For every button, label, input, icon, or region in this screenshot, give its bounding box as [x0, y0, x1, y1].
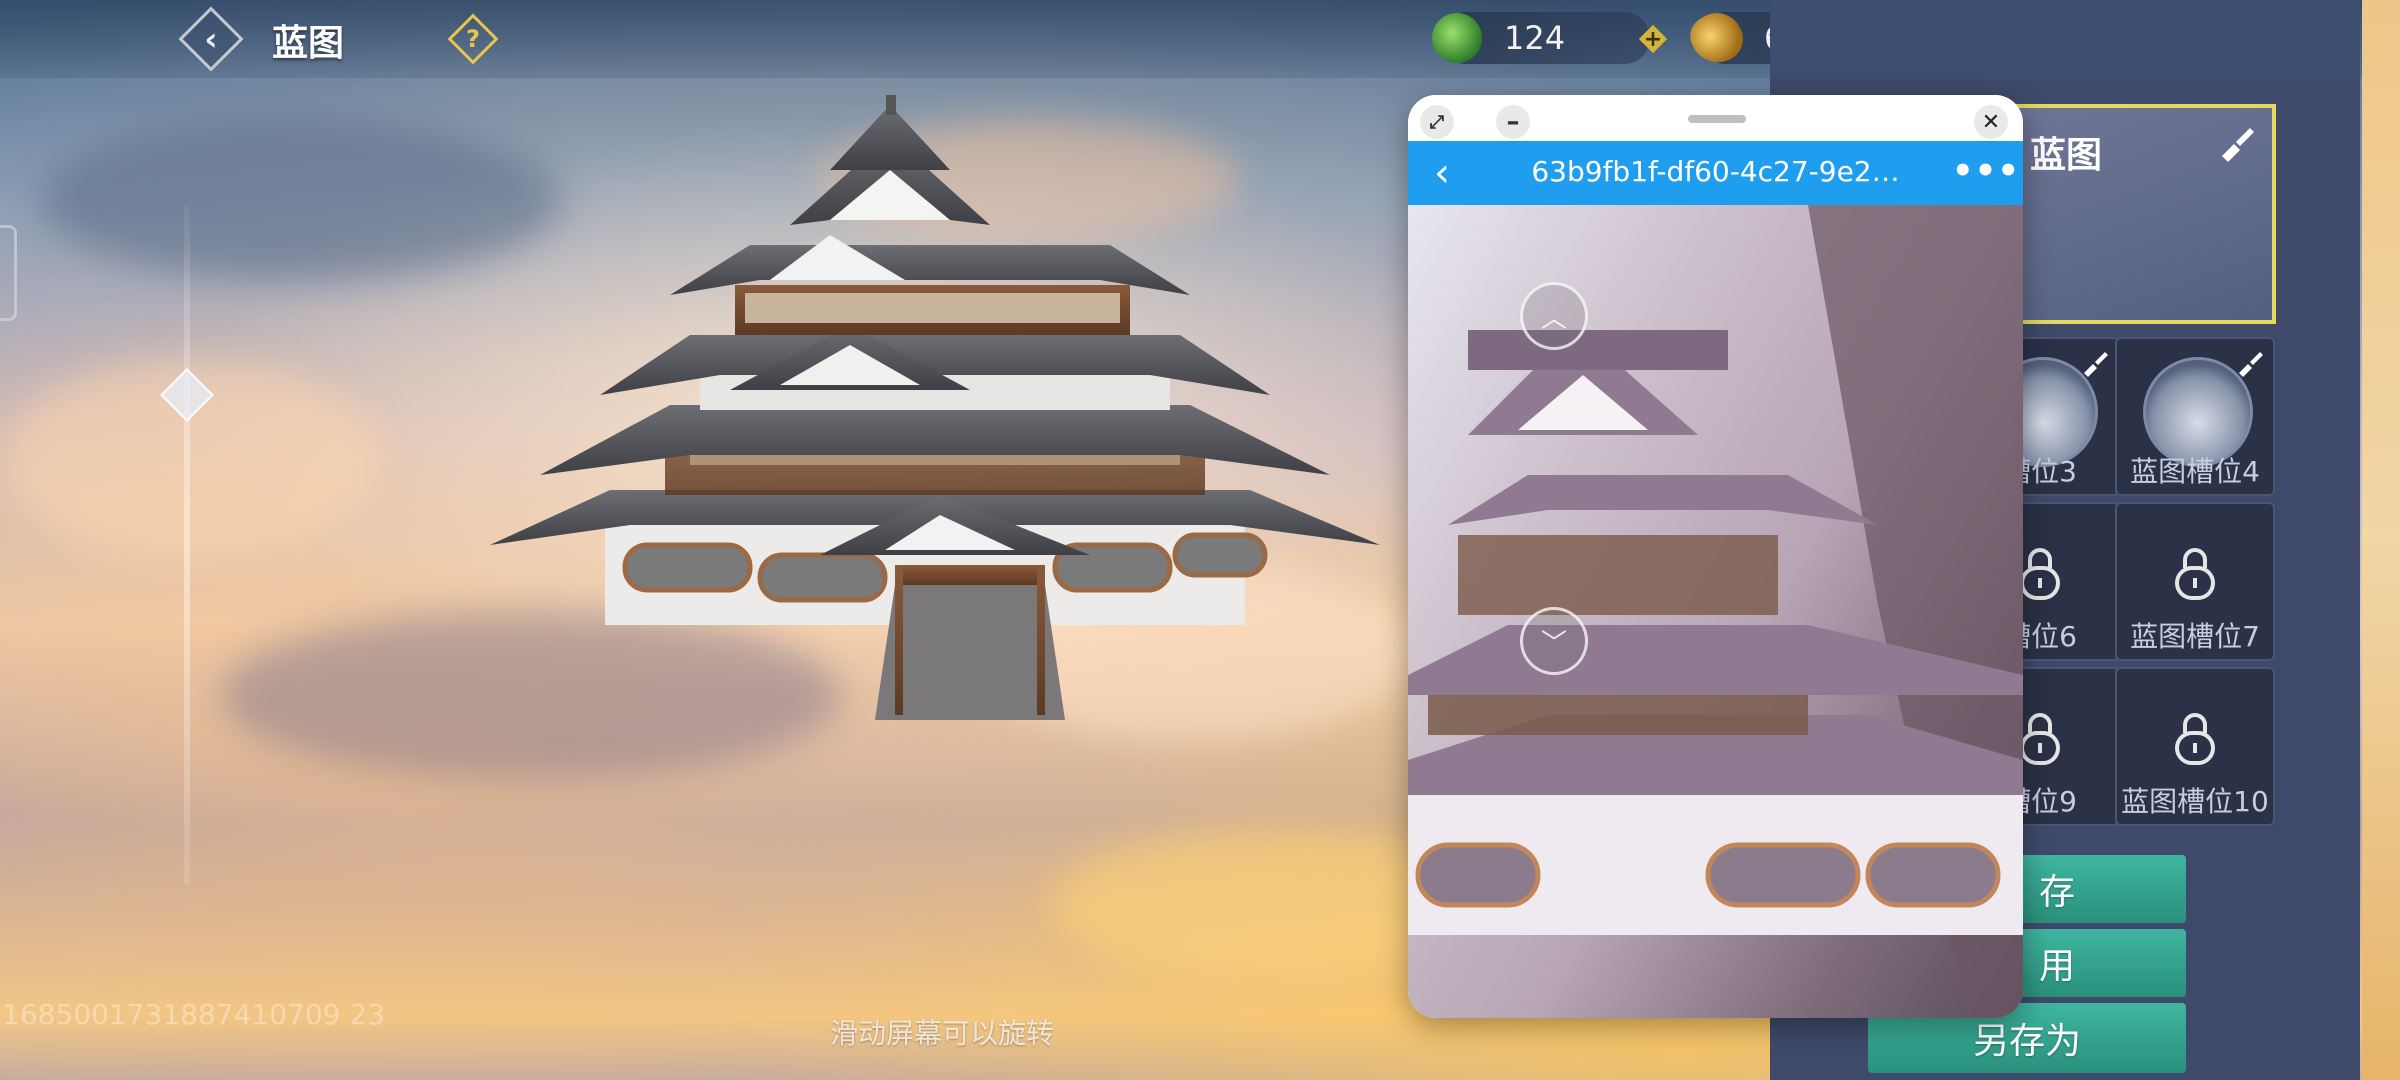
slot-label: 蓝图槽位4 [2130, 455, 2260, 488]
lock-icon [2175, 548, 2215, 600]
window-chrome: ⤢ – ✕ [1408, 95, 2023, 141]
window [1415, 842, 1541, 908]
roof [1448, 475, 1878, 525]
scroll-up-button[interactable]: ︿ [1520, 282, 1588, 350]
window [1172, 532, 1268, 578]
panel-top-strip [1770, 0, 2360, 80]
jade-currency: 124 [1432, 12, 1650, 64]
back-button[interactable]: ‹ [178, 6, 244, 72]
edit-brush-icon[interactable] [2233, 347, 2267, 381]
cloud [40, 120, 560, 280]
lock-icon [2175, 713, 2215, 765]
minimize-button[interactable]: – [1496, 105, 1530, 139]
jade-value: 124 [1504, 19, 1566, 57]
building-photo [1408, 205, 2023, 1018]
background-edge [2362, 0, 2400, 1080]
seed-text: 1685001731887410709 23 [2, 998, 386, 1031]
slot-label: 蓝图槽位10 [2121, 785, 2269, 818]
expand-icon[interactable]: ⤢ [1420, 105, 1454, 139]
blueprint-slot-10[interactable]: 蓝图槽位10 [2115, 667, 2275, 826]
front-stairs [875, 585, 1065, 720]
scroll-down-button[interactable]: ﹀ [1520, 607, 1588, 675]
blueprint-slot-4[interactable]: 蓝图槽位4 [2115, 337, 2275, 496]
save-button-label: 存 [2038, 872, 2075, 913]
gate-beam [895, 565, 1045, 585]
edit-brush-icon[interactable] [2214, 122, 2258, 166]
side-tab[interactable] [0, 225, 17, 321]
save-as-button-label: 另存为 [1972, 1021, 2081, 1062]
window-back-button[interactable]: ‹ [1422, 150, 1462, 196]
page-title: 蓝图 [272, 23, 345, 64]
window-content[interactable]: ︿ ﹀ [1408, 205, 2023, 1018]
pillar [895, 565, 903, 715]
plus-icon: + [1643, 26, 1663, 52]
add-jade-button[interactable]: + [1638, 24, 1668, 54]
lock-icon [2020, 713, 2060, 765]
help-button[interactable]: ? [447, 13, 499, 65]
building-preview[interactable] [490, 95, 1380, 735]
pavilion [1458, 535, 1778, 615]
pillar [1037, 565, 1045, 715]
floating-window: ⤢ – ✕ ‹ 63b9fb1f-df60-4c27-9e2… ••• ︿ ﹀ [1408, 95, 2023, 1018]
lattice [745, 293, 1120, 323]
rotation-slider[interactable] [184, 205, 190, 885]
window [1865, 842, 2001, 908]
crown [1468, 330, 1728, 370]
window-header: ‹ 63b9fb1f-df60-4c27-9e2… ••• [1408, 141, 2023, 205]
blueprint-slot-7[interactable]: 蓝图槽位7 [2115, 502, 2275, 661]
lock-icon [2020, 548, 2060, 600]
finial [886, 95, 896, 115]
window [622, 542, 753, 593]
question-icon: ? [466, 25, 480, 53]
edit-brush-icon[interactable] [2078, 347, 2112, 381]
apply-button-label: 用 [2038, 946, 2075, 987]
window [757, 552, 888, 603]
more-options-button[interactable]: ••• [1952, 149, 2019, 193]
rotate-hint: 滑动屏幕可以旋转 [830, 1017, 1055, 1050]
chevron-left-icon: ‹ [204, 20, 218, 58]
slot-label: 蓝图槽位7 [2130, 620, 2260, 653]
current-blueprint-title: 蓝图 [2030, 135, 2103, 176]
window [1705, 842, 1861, 908]
jade-icon [1432, 13, 1482, 63]
window-title: 63b9fb1f-df60-4c27-9e2… [1531, 155, 1900, 188]
window-close-button[interactable]: ✕ [1974, 105, 2008, 139]
drag-handle[interactable] [1688, 115, 1746, 123]
